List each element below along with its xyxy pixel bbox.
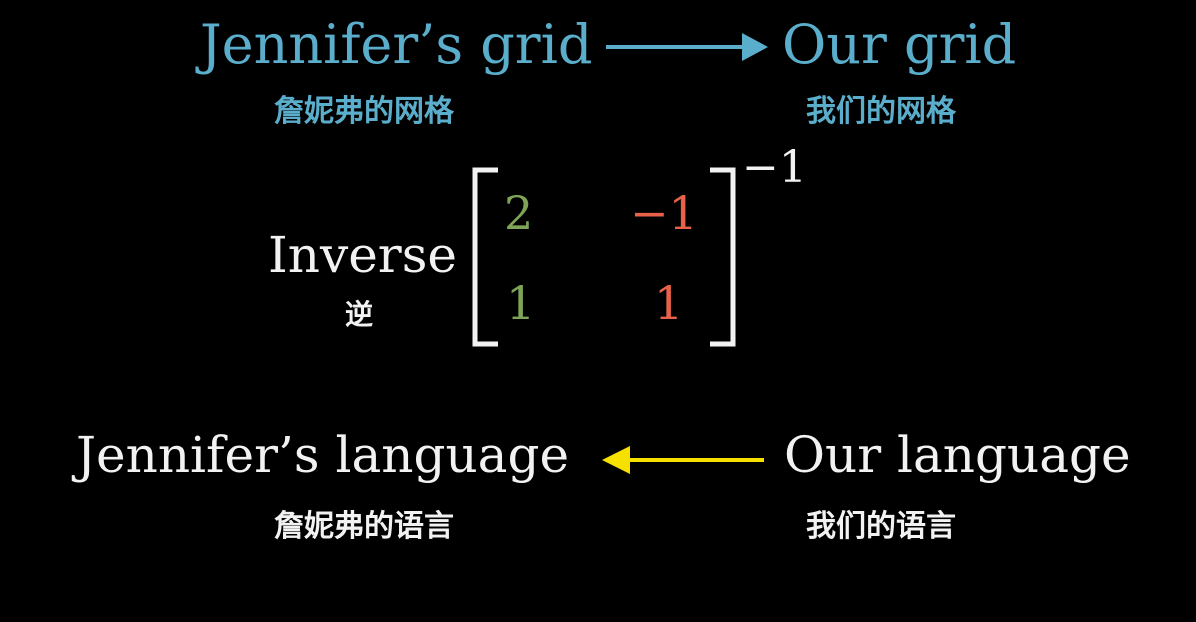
matrix-entry-r2c2: 1	[654, 276, 684, 330]
inverse-label: Inverse	[268, 226, 457, 284]
matrix-entry-r1c2: −1	[630, 186, 698, 240]
jennifers-language-subtitle: 詹妮弗的语言	[274, 509, 454, 544]
matrix-entry-r2c1: 1	[506, 276, 536, 330]
jennifers-language-title: Jennifer’s language	[76, 426, 570, 484]
our-language-subtitle: 我们的语言	[806, 509, 956, 544]
arrows-and-brackets	[472, 33, 768, 474]
matrix-left-bracket	[472, 167, 498, 347]
matrix-entry-r1c1: 2	[504, 186, 534, 240]
arrow-left-icon	[602, 446, 764, 474]
matrix-right-bracket	[710, 167, 736, 347]
inverse-sublabel: 逆	[345, 298, 374, 331]
matrix-exponent: −1	[742, 142, 807, 193]
arrow-right-icon	[606, 33, 768, 61]
our-language-title: Our language	[784, 426, 1131, 484]
